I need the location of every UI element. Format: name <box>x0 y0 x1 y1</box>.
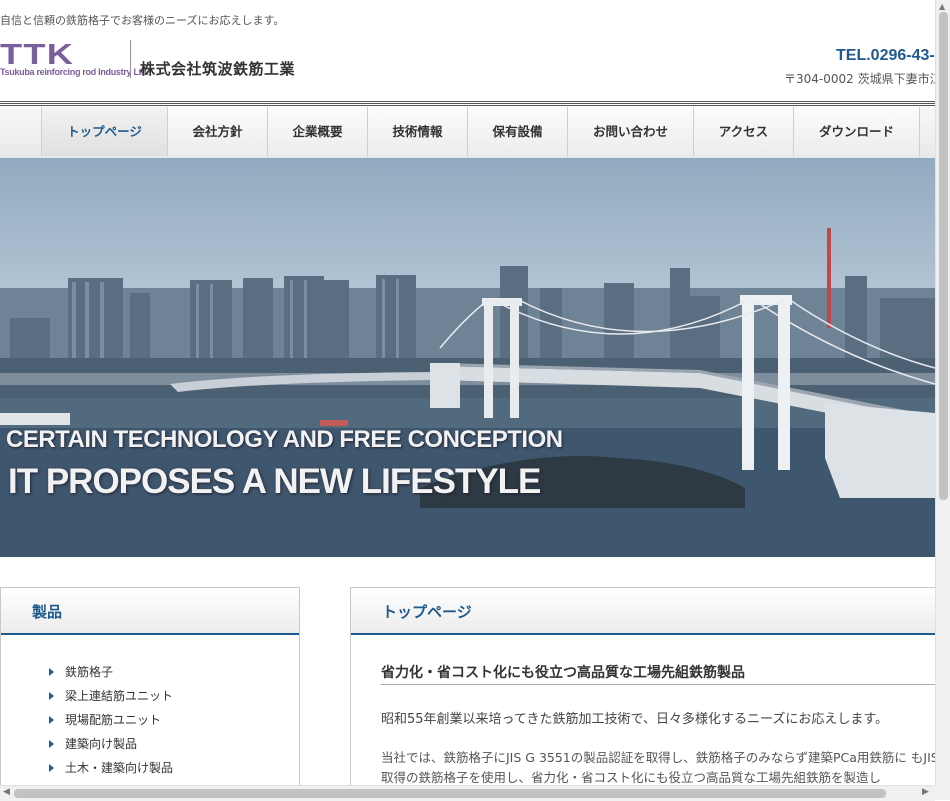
triangle-right-icon <box>49 740 54 748</box>
logo-mark: TTK <box>0 39 75 71</box>
triangle-right-icon <box>49 668 54 676</box>
triangle-right-icon <box>49 692 54 700</box>
sidebar-item-beam-unit[interactable]: 梁上連結筋ユニット <box>49 684 173 708</box>
scroll-right-icon[interactable]: ▶ <box>922 787 929 797</box>
sidebar-item-label: 梁上連結筋ユニット <box>65 689 174 703</box>
section-heading: 省力化・省コスト化にも役立つ高品質な工場先組鉄筋製品 <box>381 665 745 681</box>
page: 自信と信頼の鉄筋格子でお客様のニーズにお応えします。 TTK Tsukuba r… <box>0 0 935 785</box>
horizontal-scroll-thumb[interactable] <box>14 789 886 798</box>
scrollbar-corner <box>935 785 950 800</box>
scroll-left-icon[interactable]: ◀ <box>3 787 10 797</box>
tagline: 自信と信頼の鉄筋格子でお客様のニーズにお応えします。 <box>0 14 285 27</box>
nav-item-equipment[interactable]: 保有設備 <box>468 107 568 156</box>
sidebar-header: 製品 <box>1 588 299 635</box>
hero-headline: CERTAIN TECHNOLOGY AND FREE CONCEPTION <box>6 426 563 453</box>
sidebar-item-label: 現場配筋ユニット <box>65 713 162 727</box>
main-header: トップページ <box>351 588 935 635</box>
main-content: トップページ 省力化・省コスト化にも役立つ高品質な工場先組鉄筋製品 昭和55年創… <box>350 587 935 785</box>
section-divider <box>381 684 935 685</box>
triangle-right-icon <box>49 716 54 724</box>
nav-item-policy[interactable]: 会社方針 <box>168 107 268 156</box>
vertical-scroll-thumb[interactable] <box>939 12 948 500</box>
sidebar-title: 製品 <box>32 603 63 621</box>
sidebar-item-site-unit[interactable]: 現場配筋ユニット <box>49 708 173 732</box>
company-name: 株式会社筑波鉄筋工業 <box>140 60 296 78</box>
product-sidebar: 製品 鉄筋格子 梁上連結筋ユニット 現場配筋ユニット 建築向け製品 土木・建築向… <box>0 587 300 785</box>
horizontal-scrollbar[interactable]: ◀ ▶ <box>0 785 935 801</box>
header-divider <box>0 101 935 106</box>
logo-divider <box>130 40 131 78</box>
intro-text: 昭和55年創業以来培ってきた鉄筋加工技術で、日々多様化するニーズにお応えします。 <box>381 712 889 727</box>
hero-subheadline: IT PROPOSES A NEW LIFESTYLE <box>8 462 541 501</box>
nav-item-download[interactable]: ダウンロード <box>794 107 920 156</box>
page-title: トップページ <box>382 603 472 621</box>
address: 〒304-0002 茨城県下妻市江 <box>784 72 935 86</box>
logo-subtitle: Tsukuba reinforcing rod Industry Ltd. <box>0 67 149 77</box>
nav-item-technology[interactable]: 技術情報 <box>368 107 468 156</box>
sidebar-item-building[interactable]: 建築向け製品 <box>49 732 173 756</box>
phone-number[interactable]: TEL.0296-43- <box>836 47 935 65</box>
triangle-right-icon <box>49 764 54 772</box>
body-text: 当社では、鉄筋格子にJIS G 3551の製品認証を取得し、鉄筋格子のみならず建… <box>381 750 935 785</box>
vertical-scrollbar[interactable]: ▲ <box>935 0 950 785</box>
product-list: 鉄筋格子 梁上連結筋ユニット 現場配筋ユニット 建築向け製品 土木・建築向け製品 <box>49 660 173 780</box>
nav-item-contact[interactable]: お問い合わせ <box>568 107 694 156</box>
scroll-up-icon[interactable]: ▲ <box>939 2 945 11</box>
global-nav: トップページ 会社方針 企業概要 技術情報 保有設備 お問い合わせ アクセス ダ… <box>0 107 935 159</box>
sidebar-item-label: 鉄筋格子 <box>65 665 114 679</box>
sidebar-item-label: 建築向け製品 <box>65 737 138 751</box>
hero-banner: CERTAIN TECHNOLOGY AND FREE CONCEPTION I… <box>0 158 935 557</box>
sidebar-item-rebar-grid[interactable]: 鉄筋格子 <box>49 660 173 684</box>
nav-item-company[interactable]: 企業概要 <box>268 107 368 156</box>
sidebar-item-label: 土木・建築向け製品 <box>65 761 174 775</box>
nav-item-access[interactable]: アクセス <box>694 107 794 156</box>
sidebar-item-civil[interactable]: 土木・建築向け製品 <box>49 756 173 780</box>
nav-item-top[interactable]: トップページ <box>42 107 168 156</box>
